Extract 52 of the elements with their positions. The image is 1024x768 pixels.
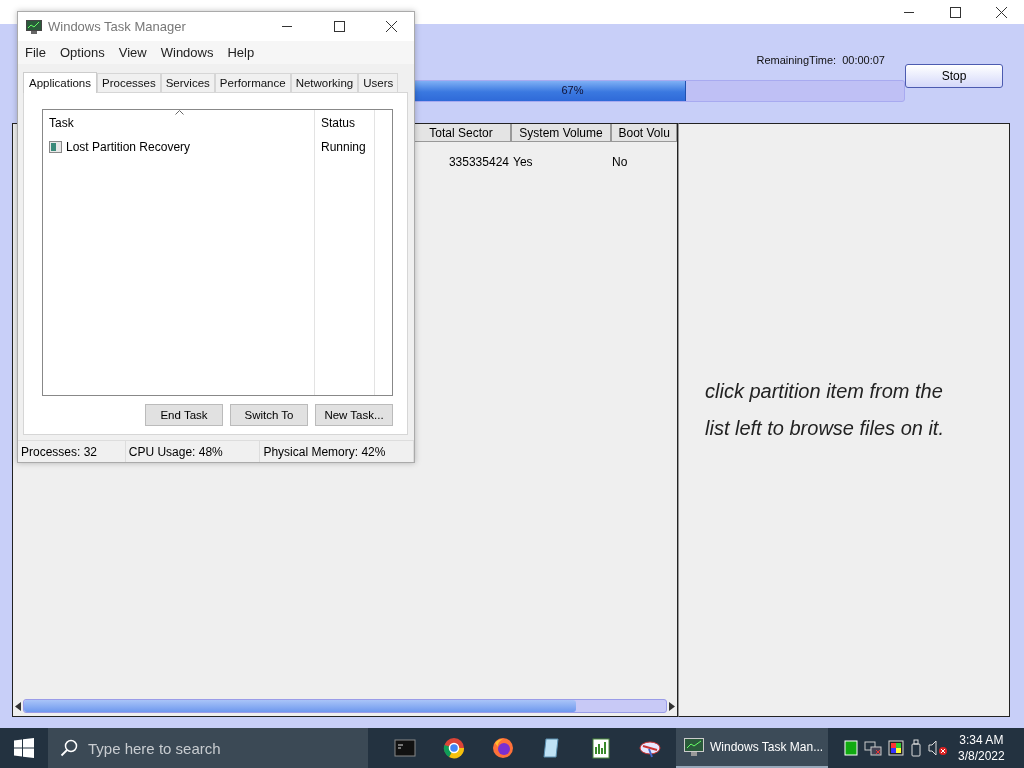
task-button[interactable]: Switch To [230, 404, 308, 426]
column-header[interactable]: Status [315, 110, 375, 136]
monitor-icon [26, 19, 42, 34]
tab[interactable]: Performance [214, 73, 291, 92]
status-text: Physical Memory: 42% [263, 444, 386, 459]
status-text: CPU Usage: 48% [128, 444, 223, 459]
taskbar-task-button[interactable]: Windows Task Man... [676, 728, 828, 768]
display-icon[interactable] [888, 740, 904, 756]
task-status: Running [320, 139, 367, 156]
sort-icon [175, 109, 184, 115]
menu-item[interactable]: View [118, 45, 147, 60]
column-header[interactable]: Boot Volu [611, 124, 677, 142]
tab[interactable]: Users [358, 73, 399, 92]
column-header[interactable]: Task [43, 110, 315, 136]
windows-logo-icon[interactable] [14, 738, 34, 758]
maximize-icon[interactable] [333, 21, 345, 32]
search-field[interactable]: Type here to search [48, 728, 368, 768]
close-icon[interactable] [385, 21, 397, 32]
table-cell-text: No [611, 155, 629, 169]
column-header[interactable]: System Volume [510, 124, 612, 142]
menu-item[interactable]: Help [227, 45, 255, 60]
menu-item[interactable]: File [25, 45, 46, 60]
clock-time[interactable]: 3:34 AM [959, 732, 1004, 748]
usb-icon[interactable] [910, 739, 922, 757]
task-button[interactable]: End Task [145, 404, 223, 426]
window-title: Windows Task Manager [48, 19, 187, 34]
stop-button[interactable]: Stop [905, 64, 1003, 88]
tab[interactable]: Processes [97, 73, 161, 92]
monitor-icon [684, 738, 704, 756]
tab[interactable]: Networking [290, 73, 359, 92]
task-name[interactable]: Lost Partition Recovery [66, 140, 191, 154]
network-icon[interactable] [864, 740, 882, 756]
muted-speaker-icon[interactable] [928, 740, 948, 756]
task-button[interactable]: New Task... [315, 404, 393, 426]
scroll-right-icon[interactable] [669, 701, 675, 711]
menu-item[interactable]: Options [59, 45, 105, 60]
status-text: Processes: 32 [21, 444, 98, 459]
close-icon[interactable] [995, 6, 1007, 18]
horizontal-scrollbar[interactable] [15, 698, 675, 714]
hint-text: click partition item from the list left to browse files on it. [705, 379, 945, 441]
clock-date[interactable]: 3/8/2022 [958, 748, 1005, 764]
remaining-time-label: RemainingTime: [756, 54, 837, 66]
tab[interactable]: Applications [23, 72, 97, 93]
menu-item[interactable]: Windows [160, 45, 214, 60]
maximize-icon[interactable] [949, 6, 961, 18]
table-cell-text: Yes [512, 155, 534, 169]
search-icon[interactable] [60, 739, 78, 757]
remaining-time: 00:00:07 [842, 54, 885, 66]
tab[interactable]: Services [160, 73, 215, 92]
window-icon [49, 141, 62, 153]
table-cell-text: 335335424 [447, 155, 510, 169]
scroll-left-icon[interactable] [15, 701, 21, 711]
